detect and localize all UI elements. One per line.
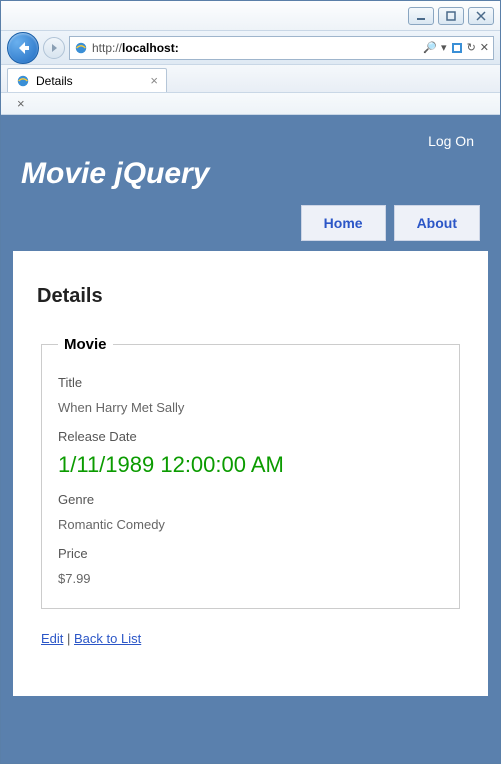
dropdown-icon[interactable]: ▾ xyxy=(441,41,447,54)
label-title: Title xyxy=(58,375,443,390)
value-price: $7.99 xyxy=(58,571,443,586)
close-icon[interactable]: × xyxy=(17,96,25,111)
ie-icon xyxy=(74,41,88,55)
movie-fieldset: Movie Title When Harry Met Sally Release… xyxy=(41,336,460,609)
maximize-button[interactable] xyxy=(438,7,464,25)
minimize-button[interactable] xyxy=(408,7,434,25)
close-window-button[interactable] xyxy=(468,7,494,25)
action-links: Edit | Back to List xyxy=(37,631,464,646)
browser-window: http://localhost: 🔎 ▾ ↻ ✕ Details × × Lo… xyxy=(0,0,501,764)
label-genre: Genre xyxy=(58,492,443,507)
tab-title: Details xyxy=(36,74,73,88)
label-release: Release Date xyxy=(58,429,443,444)
tab-close-icon[interactable]: × xyxy=(150,73,158,88)
search-icon[interactable]: 🔎 xyxy=(423,41,437,54)
site-title: Movie jQuery xyxy=(13,151,488,205)
value-title: When Harry Met Sally xyxy=(58,400,443,415)
favorites-bar: × xyxy=(1,93,500,115)
content-panel: Details Movie Title When Harry Met Sally… xyxy=(13,251,488,696)
value-release: 1/11/1989 12:00:00 AM xyxy=(58,452,443,478)
stop-icon[interactable]: ✕ xyxy=(480,41,489,54)
window-titlebar xyxy=(1,1,500,31)
arrow-right-icon xyxy=(49,43,59,53)
browser-tab[interactable]: Details × xyxy=(7,68,167,92)
value-genre: Romantic Comedy xyxy=(58,517,443,532)
edit-link[interactable]: Edit xyxy=(41,631,63,646)
tab-strip: Details × xyxy=(1,65,500,93)
back-link[interactable]: Back to List xyxy=(74,631,141,646)
label-price: Price xyxy=(58,546,443,561)
details-heading: Details xyxy=(37,285,464,308)
logon-row: Log On xyxy=(13,127,488,151)
nav-home[interactable]: Home xyxy=(301,205,386,241)
arrow-left-icon xyxy=(15,40,31,56)
address-controls: 🔎 ▾ ↻ ✕ xyxy=(423,41,489,54)
address-text: http://localhost: xyxy=(92,41,419,55)
page-viewport[interactable]: Log On Movie jQuery Home About Details M… xyxy=(1,115,500,763)
forward-button[interactable] xyxy=(43,37,65,59)
navigation-toolbar: http://localhost: 🔎 ▾ ↻ ✕ xyxy=(1,31,500,65)
nav-tabs: Home About xyxy=(13,205,488,241)
back-button[interactable] xyxy=(7,32,39,64)
page-body: Log On Movie jQuery Home About Details M… xyxy=(1,115,500,763)
logon-link[interactable]: Log On xyxy=(428,133,474,149)
refresh-icon[interactable]: ↻ xyxy=(467,41,476,54)
compat-icon[interactable] xyxy=(451,42,463,54)
nav-about[interactable]: About xyxy=(394,205,480,241)
address-bar[interactable]: http://localhost: 🔎 ▾ ↻ ✕ xyxy=(69,36,494,60)
ie-icon xyxy=(16,74,30,88)
fieldset-legend: Movie xyxy=(58,336,113,353)
separator: | xyxy=(63,631,74,646)
